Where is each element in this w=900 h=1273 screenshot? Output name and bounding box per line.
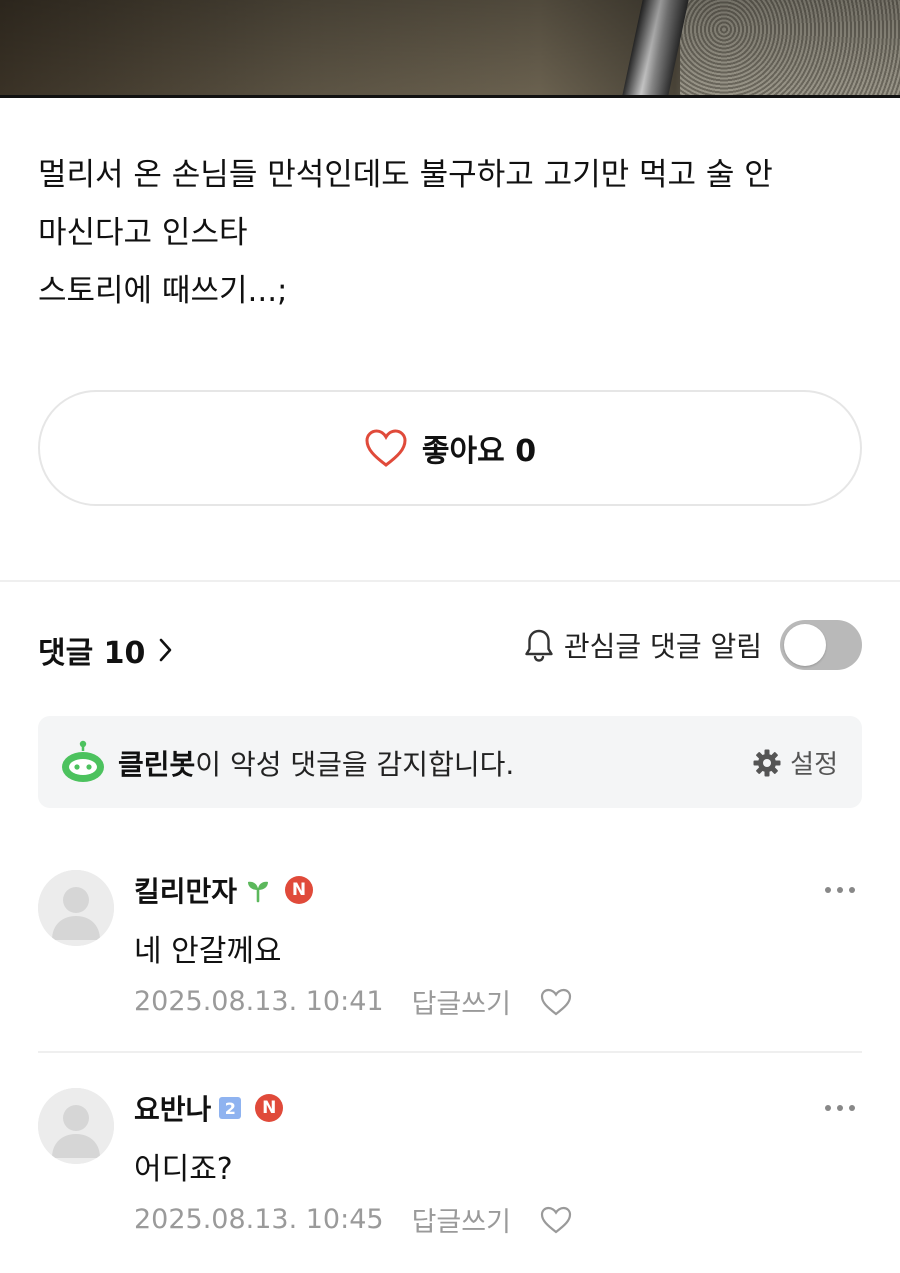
toggle-knob: [784, 624, 826, 666]
cleanbot-settings-button[interactable]: 설정: [752, 744, 838, 781]
level-badge: 2: [219, 1097, 242, 1119]
comment-count: 10: [103, 636, 146, 671]
more-options-icon[interactable]: [822, 884, 858, 896]
n-badge: N: [255, 1094, 284, 1122]
n-badge: N: [285, 876, 314, 904]
comment-item: 요반나 2 N 어디죠? 2025.08.13. 10:45 답글쓰기: [38, 1088, 862, 1238]
comment-timestamp: 2025.08.13. 10:41: [134, 986, 384, 1017]
comment-text: 네 안갈께요: [134, 934, 282, 969]
comment-author[interactable]: 요반나: [134, 1088, 211, 1128]
author-line: 요반나 2 N: [134, 1088, 284, 1128]
photo-shade: [0, 0, 900, 98]
post-body-line: 스토리에 때쓰기...;: [38, 273, 288, 309]
comment-meta: 2025.08.13. 10:45 답글쓰기: [134, 1200, 573, 1239]
notify-toggle[interactable]: [780, 620, 862, 670]
chevron-right-icon: [160, 638, 172, 662]
like-count: 0: [515, 434, 537, 469]
like-text: 좋아요: [421, 434, 505, 469]
cleanbot-banner: 클린봇이 악성 댓글을 감지합니다. 설정: [38, 716, 862, 808]
cleanbot-name: 클린봇: [118, 748, 196, 781]
comment-label: 댓글: [38, 636, 94, 671]
post-body-line: 멀리서 온 손님들 만석인데도 불구하고 고기만 먹고 술 안: [38, 157, 773, 193]
comment-timestamp: 2025.08.13. 10:45: [134, 1204, 384, 1235]
comment-divider: [38, 1051, 862, 1053]
comment-meta: 2025.08.13. 10:41 답글쓰기: [134, 982, 573, 1021]
gear-icon: [753, 749, 781, 776]
author-line: 킬리만자 N: [134, 870, 314, 910]
sprout-icon: [248, 881, 269, 903]
comment-header: 댓글 10 관심글 댓글 알림: [38, 620, 862, 676]
avatar[interactable]: [38, 870, 114, 946]
settings-label: 설정: [790, 750, 838, 780]
cleanbot-text: 이 악성 댓글을 감지합니다.: [195, 748, 515, 781]
heart-icon: [365, 429, 407, 467]
reply-button[interactable]: 답글쓰기: [412, 1200, 511, 1239]
cleanbot-message: 클린봇이 악성 댓글을 감지합니다.: [118, 743, 514, 783]
post-photo[interactable]: [0, 0, 900, 98]
reply-button[interactable]: 답글쓰기: [412, 982, 511, 1021]
more-options-icon[interactable]: [822, 1102, 858, 1114]
like-button[interactable]: 좋아요 0: [38, 390, 862, 506]
comment-count-label: 댓글 10: [38, 628, 145, 672]
bell-icon: [525, 629, 553, 662]
avatar[interactable]: [38, 1088, 114, 1164]
heart-outline-icon[interactable]: [539, 1205, 573, 1235]
comment-author[interactable]: 킬리만자: [134, 870, 237, 910]
default-avatar-icon: [38, 870, 114, 946]
post-body-line: 마신다고 인스타: [38, 215, 248, 251]
heart-outline-icon[interactable]: [539, 987, 573, 1017]
notify-label: 관심글 댓글 알림: [563, 630, 762, 663]
like-label: 좋아요 0: [422, 426, 536, 470]
photo-edge: [0, 95, 900, 98]
notify-setting: 관심글 댓글 알림: [522, 620, 862, 670]
default-avatar-icon: [38, 1088, 114, 1164]
section-divider: [0, 580, 900, 582]
comment-count-link[interactable]: 댓글 10: [38, 628, 175, 672]
comment-item: 킬리만자 N 네 안갈께요 2025.08.13. 10:41 답글쓰기: [38, 870, 862, 1020]
post-body: 멀리서 온 손님들 만석인데도 불구하고 고기만 먹고 술 안 마신다고 인스타…: [38, 146, 868, 320]
comment-text: 어디죠?: [134, 1152, 233, 1187]
cleanbot-robot-icon: [62, 740, 104, 782]
